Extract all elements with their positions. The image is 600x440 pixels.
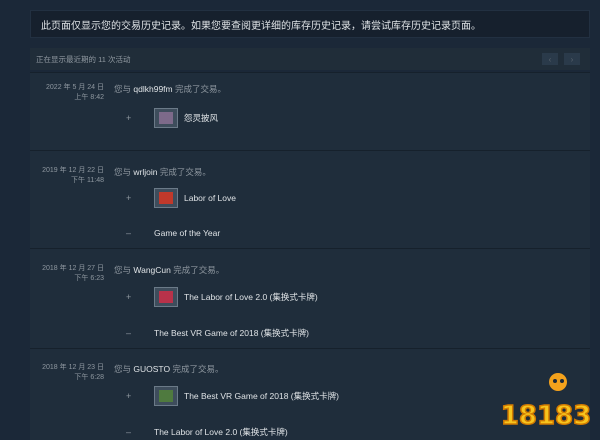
trade-partner-link[interactable]: wrljoin [133,167,157,177]
trade-date-day: 2018 年 12 月 27 日 [42,265,104,272]
trade-item[interactable]: + Labor of Love [126,188,236,208]
trade-description: 您与 WangCun 完成了交易。 [114,264,224,276]
item-name[interactable]: The Labor of Love 2.0 (集换式卡牌) [154,426,288,438]
trade-date: 2019 年 12 月 22 日 下午 11:48 [34,166,104,186]
item-name[interactable]: The Labor of Love 2.0 (集换式卡牌) [184,291,318,303]
watermark-logo: 18183 [500,373,592,432]
activity-summary-bar: 正在显示最近期的 11 次活动 ‹ › [30,48,590,70]
prev-page-button[interactable]: ‹ [542,53,558,65]
trade-item[interactable]: – The Best VR Game of 2018 (集换式卡牌) [126,327,309,339]
item-name[interactable]: Labor of Love [184,193,236,203]
item-art-icon [159,112,173,124]
trade-date: 2018 年 12 月 23 日 下午 6:28 [34,363,104,383]
trade-description: 您与 qdlkh99fm 完成了交易。 [114,83,226,95]
item-art-icon [159,291,173,303]
trade-date-time: 下午 6:23 [74,275,104,282]
logo-sun-icon [549,373,567,391]
trade-partner-link[interactable]: GUOSTO [133,364,170,374]
info-notice: 此页面仅显示您的交易历史记录。如果您要查阅更详细的库存历史记录，请尝试库存历史记… [30,10,590,38]
given-sign: – [126,427,132,437]
trade-date-day: 2019 年 12 月 22 日 [42,167,104,174]
you-with-text: 您与 [114,167,132,177]
trade-date-day: 2018 年 12 月 23 日 [42,364,104,371]
completed-text: 完成了交易。 [159,167,211,177]
received-sign: + [126,391,132,401]
trade-item[interactable]: + The Labor of Love 2.0 (集换式卡牌) [126,287,318,307]
pager: ‹ › [542,53,580,65]
you-with-text: 您与 [114,265,132,275]
trade-partner-link[interactable]: qdlkh99fm [133,84,172,94]
completed-text: 完成了交易。 [172,364,224,374]
trade-item[interactable]: – The Labor of Love 2.0 (集换式卡牌) [126,426,288,438]
trade-description: 您与 wrljoin 完成了交易。 [114,166,211,178]
watermark-text: 18183 [501,401,591,431]
trade-date: 2018 年 12 月 27 日 下午 6:23 [34,264,104,284]
trade-partner-link[interactable]: WangCun [133,265,170,275]
item-name[interactable]: Game of the Year [154,228,220,238]
trade-date-day: 2022 年 5 月 24 日 [46,84,104,91]
you-with-text: 您与 [114,364,132,374]
received-sign: + [126,113,132,123]
item-thumbnail[interactable] [154,287,178,307]
activity-count-text: 正在显示最近期的 11 次活动 [36,54,131,64]
completed-text: 完成了交易。 [173,265,225,275]
you-with-text: 您与 [114,84,132,94]
trade-date-time: 上午 8:42 [74,94,104,101]
trade-entry: 2022 年 5 月 24 日 上午 8:42 您与 qdlkh99fm 完成了… [30,72,590,150]
trade-date: 2022 年 5 月 24 日 上午 8:42 [34,83,104,103]
notice-text: 此页面仅显示您的交易历史记录。如果您要查阅更详细的库存历史记录，请尝试库存历史记… [41,20,481,32]
item-thumbnail[interactable] [154,188,178,208]
trade-entry: 2019 年 12 月 22 日 下午 11:48 您与 wrljoin 完成了… [30,150,590,248]
item-art-icon [159,192,173,204]
trade-date-time: 下午 11:48 [71,177,104,184]
trade-date-time: 下午 6:28 [74,374,104,381]
item-name[interactable]: The Best VR Game of 2018 (集换式卡牌) [154,327,309,339]
trade-item[interactable]: + The Best VR Game of 2018 (集换式卡牌) [126,386,339,406]
received-sign: + [126,193,132,203]
given-sign: – [126,328,132,338]
trade-item[interactable]: + 怨灵披风 [126,108,218,128]
next-page-button[interactable]: › [564,53,580,65]
item-name[interactable]: 怨灵披风 [184,112,218,124]
completed-text: 完成了交易。 [174,84,226,94]
given-sign: – [126,228,132,238]
trade-description: 您与 GUOSTO 完成了交易。 [114,363,223,375]
trade-item[interactable]: – Game of the Year [126,228,220,238]
item-thumbnail[interactable] [154,386,178,406]
item-art-icon [159,390,173,402]
received-sign: + [126,292,132,302]
trade-entry: 2018 年 12 月 27 日 下午 6:23 您与 WangCun 完成了交… [30,248,590,348]
item-thumbnail[interactable] [154,108,178,128]
item-name[interactable]: The Best VR Game of 2018 (集换式卡牌) [184,390,339,402]
